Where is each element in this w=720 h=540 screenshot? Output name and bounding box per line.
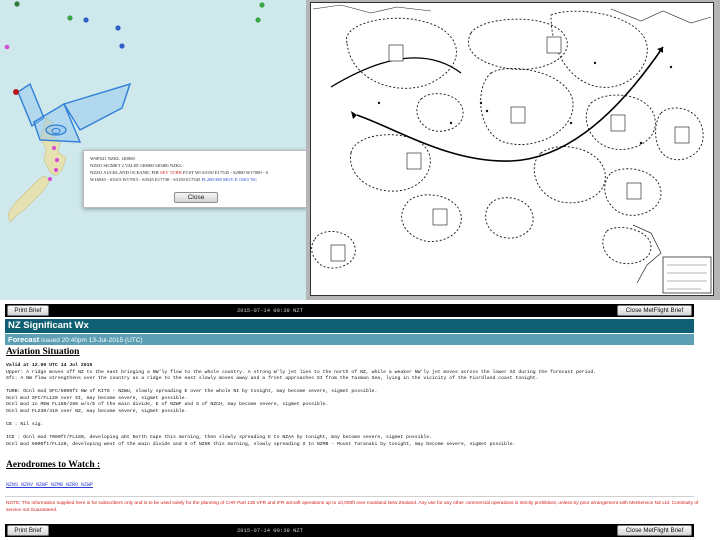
forecast-bar: Forecast issued 20:40pm 13-Jul-2015 (UTC…	[5, 334, 694, 345]
print-brief-button[interactable]: Print Brief	[7, 305, 49, 316]
screen: WSPS21 NZKL 140000 NZZO SIGMET 2 VALID 1…	[0, 0, 720, 540]
divider	[5, 496, 694, 497]
chart-symbols	[377, 61, 673, 145]
forecast-issued: issued 20:40pm 13-Jul-2015 (UTC)	[39, 337, 143, 344]
brief-bottom-bar: Print Brief 2015-07-14 00:39 NZT Close M…	[5, 524, 694, 537]
icing-line: ICE : Ocnl mod 7000ft/FL180, developing …	[6, 435, 433, 440]
sigmet-area-east	[62, 82, 132, 131]
situation-valid: Valid at 12.00 UTC 14 Jul 2015	[6, 363, 93, 368]
turbulence-line: Ocnl mod SFC/FL120 over SI, may become s…	[6, 395, 188, 401]
turbulence-line: Ocnl mod FL230/410 over NZ, may become s…	[6, 408, 188, 414]
turbulence-line: TURB: Ocnl mod SFC/8000ft NW of KITO - N…	[6, 389, 378, 394]
popup-line-2: NZZO SIGMET 2 VALID 140000/140400 NZKL-	[90, 163, 184, 168]
cb-line: CB : Nil sig.	[6, 422, 44, 427]
popup-levels: FL280/380 MOV E 15KT NC	[201, 177, 257, 182]
metflight-brief: Print Brief 2015-07-14 00:39 NZT Close M…	[0, 300, 720, 540]
popup-hazard: SEV TURB	[159, 170, 182, 175]
jet-stream-2	[330, 57, 462, 88]
close-metflight-brief-button[interactable]: Close MetFlight Brief	[617, 305, 692, 316]
brief-timestamp: 2015-07-14 00:39 NZT	[236, 307, 303, 314]
turbulence-line: Ocnl mod in MEW FL180/280 w/s/E of the m…	[6, 402, 329, 407]
disclaimer-note: NOTE: The information supplied here is f…	[6, 501, 699, 513]
level-boxes	[330, 36, 690, 262]
sigmet-areas	[17, 82, 132, 143]
sigmet-map[interactable]: WSPS21 NZKL 140000 NZZO SIGMET 2 VALID 1…	[0, 0, 306, 300]
aviation-situation-heading: Aviation Situation	[6, 347, 80, 357]
brief-title: NZ Significant Wx	[5, 319, 694, 333]
icing-line: Ocnl mod 6000ft/FL120, developing west o…	[6, 441, 516, 447]
aerodromes-links[interactable]: NZNS NZNV NZWF NZMB NZRO NZWP	[6, 482, 93, 488]
jet-stream	[356, 46, 664, 162]
aerodromes-heading: Aerodromes to Watch :	[6, 460, 101, 470]
close-metflight-brief-button[interactable]: Close MetFlight Brief	[617, 525, 692, 536]
south-island-land	[7, 175, 51, 223]
cloud-areas	[311, 10, 704, 269]
brief-top-bar: Print Brief 2015-07-14 00:39 NZT Close M…	[5, 304, 694, 317]
popup-line-3: NZZO AUCKLAND OCEANIC FIR SEV TURB FCST …	[90, 170, 269, 175]
situation-upper: Upper: A ridge moves off NZ to the east …	[6, 369, 597, 375]
sigmet-popup: WSPS21 NZKL 140000 NZZO SIGMET 2 VALID 1…	[83, 150, 306, 208]
sig-wx-chart-drawing	[311, 4, 712, 294]
popup-line-1: WSPS21 NZKL 140000	[90, 156, 135, 161]
brief-timestamp: 2015-07-14 00:39 NZT	[236, 527, 303, 534]
popup-close-button[interactable]: Close	[174, 192, 218, 203]
chart-legend-box	[662, 256, 712, 294]
sig-wx-chart-frame	[306, 0, 720, 300]
sig-wx-chart	[310, 2, 714, 296]
situation-surface: Sfc: A NW flow strengthens over the coun…	[6, 376, 539, 381]
forecast-label: Forecast	[8, 335, 40, 344]
popup-line-4: W16945 - S3315 W17815 - S3545 E17730 - S…	[90, 177, 257, 182]
print-brief-button[interactable]: Print Brief	[7, 525, 49, 536]
